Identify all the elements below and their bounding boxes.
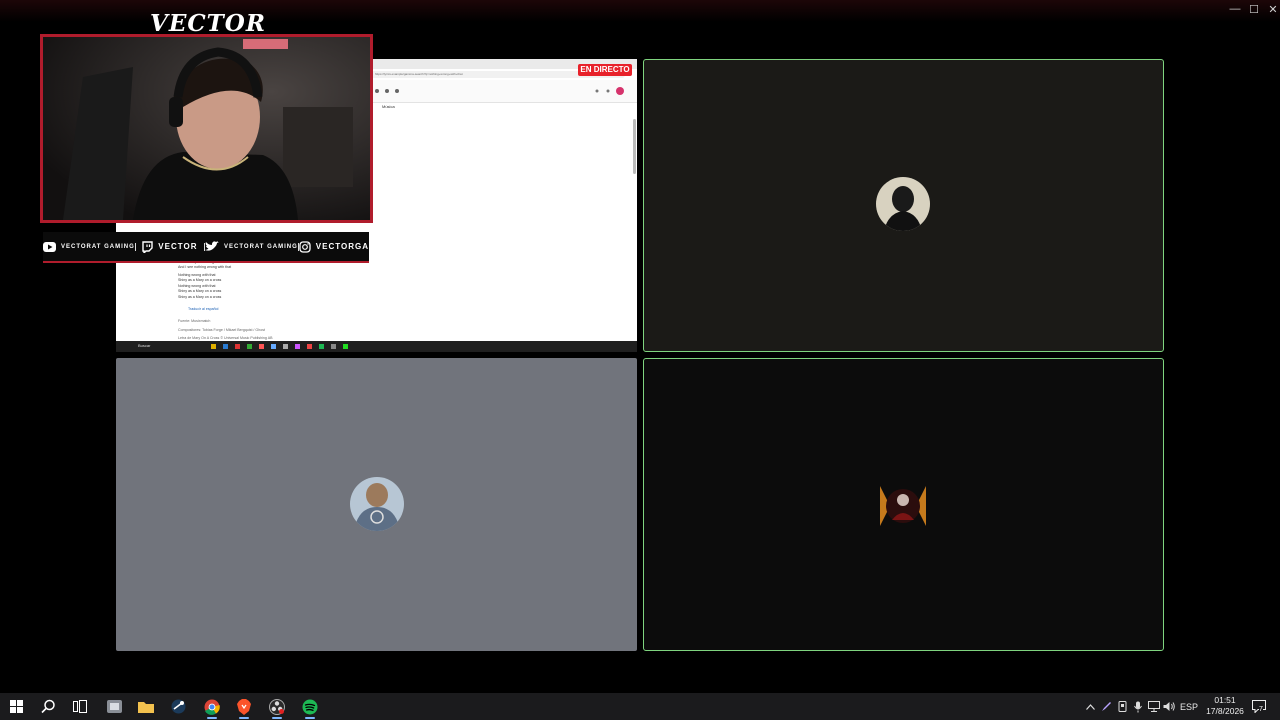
speaker-icon [1163,702,1175,711]
brave-icon [237,698,251,715]
spotify-icon [302,699,318,714]
participant-avatar [350,477,404,531]
microphone-icon [1134,701,1142,712]
usb-device-icon [1118,701,1126,712]
lyrics-composers: Compositores: Tobias Forge / Mikael Berg… [178,328,266,332]
webcam-feed [40,34,373,223]
lyrics-line: Shiny as a Mary on a cross [178,278,222,282]
social-label: VECTORGA [315,242,369,251]
windows-taskbar: ESP 01:51 17/8/2026 7 [0,693,1280,720]
tray-microphone[interactable] [1131,693,1145,720]
system-clock[interactable]: 01:51 17/8/2026 [1200,695,1250,717]
shared-taskbar-search: Buscar [138,343,151,348]
taskbar-app-spotify[interactable] [294,693,326,720]
social-youtube[interactable]: VECTORAT GAMING [43,241,135,252]
social-label: VECTOR [158,242,198,251]
twitch-icon [142,240,153,253]
lyrics-line: And I see nothing wrong with that [178,265,232,269]
tray-network[interactable] [1147,693,1161,720]
taskbar-app-explorer[interactable] [98,693,130,720]
scrollbar[interactable] [633,119,636,174]
notifications-button[interactable]: 7 [1250,693,1268,720]
taskbar-app-steam[interactable] [162,693,194,720]
social-label: VECTORAT GAMING [61,243,135,250]
participant-avatar [876,177,930,231]
lyrics-line: Nothing wrong with that [178,273,216,277]
lyrics-line: Shiny as a Mary on a cross [178,289,222,293]
chrome-icon [204,699,220,715]
browser-toolbar-icons [375,89,399,93]
channel-logo-text: VECTOR [150,10,266,37]
lyrics-line: Nothing wrong with that [178,284,216,288]
taskbar-app-obs[interactable] [261,693,293,720]
page-heading: Música [382,104,395,109]
twitter-icon [205,241,220,251]
youtube-icon [43,241,56,252]
social-twitter[interactable]: VECTORAT GAMING [205,241,298,252]
social-links-bar: VECTORAT GAMING VECTOR VECTORAT GAMING V… [43,232,369,263]
tray-pen[interactable] [1099,693,1113,720]
taskbar-app-brave[interactable] [228,693,260,720]
participant-tile-bottom-right[interactable] [643,358,1164,651]
social-instagram[interactable]: VECTORGA [299,240,369,253]
taskbar-search-button[interactable] [32,693,64,720]
participant-tile-bottom-left[interactable] [116,358,637,651]
tray-device[interactable] [1115,693,1129,720]
social-twitch[interactable]: VECTOR [136,240,204,253]
obs-icon [269,698,285,715]
input-language[interactable]: ESP [1178,693,1200,720]
steam-icon [171,699,185,714]
webcam-image [43,37,370,220]
network-icon [1148,701,1160,712]
notification-count: 7 [1259,706,1263,713]
lyrics-line: Shiny as a Mary on a cross [178,295,222,299]
file-folder-icon [138,702,154,713]
chevron-up-icon [1085,703,1095,710]
participant-avatar [876,476,930,530]
clock-time: 01:51 [1214,695,1236,705]
show-hidden-icons[interactable] [1083,693,1097,720]
taskbar-app-chrome[interactable] [196,693,228,720]
start-button[interactable] [0,693,32,720]
instagram-icon [299,240,311,253]
shared-taskbar-icons [211,344,348,349]
tray-volume[interactable] [1162,693,1176,720]
participant-tile-top-right[interactable] [643,59,1164,352]
explorer-icon [106,700,122,713]
lyrics-source: Fuente: Musixmatch [178,319,211,323]
live-badge: EN DIRECTO [578,64,632,76]
lyrics-publisher: Letra de Mary On A Cross © Universal Mus… [178,336,273,340]
browser-right-icons [595,87,624,95]
clock-date: 17/8/2026 [1206,706,1244,716]
social-label: VECTORAT GAMING [224,243,298,250]
close-button[interactable]: ✕ [1262,0,1280,18]
task-view-button[interactable] [64,693,96,720]
translate-link[interactable]: Traducir al español [188,307,218,311]
windows-start-icon [9,700,23,713]
taskbar-app-files[interactable] [130,693,162,720]
shared-screen-taskbar: Buscar [116,341,637,352]
task-view-icon [73,700,87,713]
search-icon [40,699,55,714]
pen-icon [1101,702,1111,711]
